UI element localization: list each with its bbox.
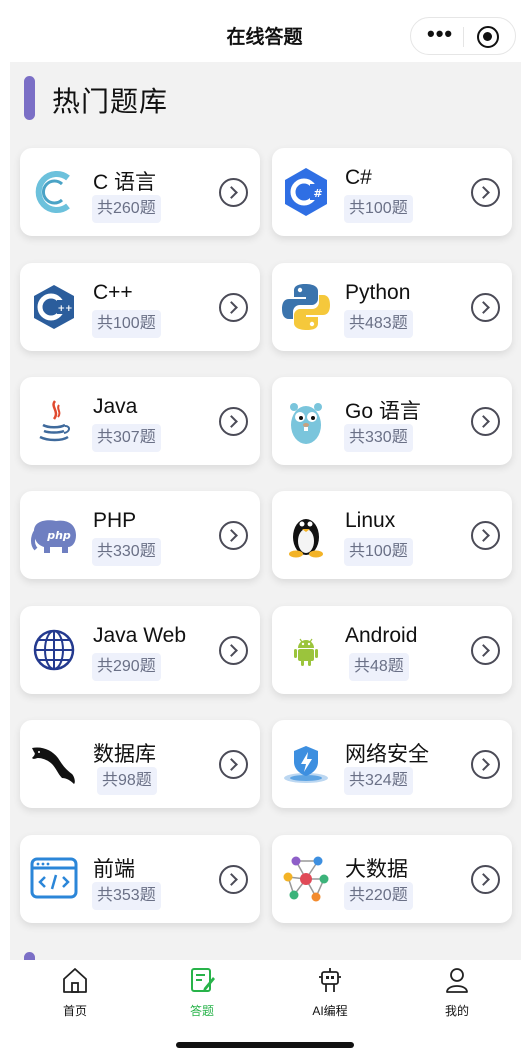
chevron-right-icon[interactable] (471, 636, 500, 665)
chevron-right-icon[interactable] (471, 521, 500, 550)
tab-label: 答题 (189, 1004, 214, 1018)
bank-card-python[interactable]: Python 共483题 (272, 263, 512, 351)
go-gopher-icon (280, 395, 332, 447)
linux-penguin-icon (280, 509, 332, 561)
tab-ai-coding[interactable]: AI编程 (290, 966, 370, 1026)
question-count-badge: 共260题 (92, 195, 161, 223)
chevron-right-icon[interactable] (471, 750, 500, 779)
bank-name: 数据库 (93, 743, 156, 766)
tab-label: AI编程 (312, 1004, 348, 1018)
chevron-right-icon[interactable] (219, 178, 248, 207)
bank-card-android[interactable]: Android 共48题 (272, 606, 512, 694)
tab-label: 我的 (444, 1004, 469, 1018)
question-count-badge: 共100题 (344, 195, 413, 223)
svg-text:++: ++ (57, 304, 72, 314)
main-content: 热门题库 C 语言 共260题 # C# 共100题 ++ C++ 共100题 … (10, 62, 521, 960)
svg-text:#: # (313, 187, 322, 200)
section-title: 热门题库 (52, 86, 169, 117)
question-count-badge: 共100题 (344, 538, 413, 566)
bank-name: 大数据 (345, 858, 408, 881)
chevron-right-icon[interactable] (219, 636, 248, 665)
robot-icon (316, 966, 344, 994)
csharp-icon: # (280, 166, 332, 218)
section-accent-bar (24, 76, 35, 120)
globe-icon (28, 624, 80, 676)
android-icon (280, 624, 332, 676)
close-target-button[interactable] (477, 26, 499, 48)
bank-name: C# (345, 166, 372, 189)
chevron-right-icon[interactable] (471, 407, 500, 436)
cpp-icon: ++ (28, 281, 80, 333)
bank-name: Linux (345, 509, 396, 532)
bank-card-linux[interactable]: Linux 共100题 (272, 491, 512, 579)
bank-card-go[interactable]: Go 语言 共330题 (272, 377, 512, 465)
question-count-badge: 共330题 (92, 538, 161, 566)
python-icon (280, 281, 332, 333)
bank-card-frontend[interactable]: 前端 共353题 (20, 835, 260, 923)
bank-name: C 语言 (93, 171, 156, 194)
shield-icon (280, 738, 332, 790)
java-icon (28, 395, 80, 447)
code-window-icon (28, 853, 80, 905)
bank-card-csharp[interactable]: # C# 共100题 (272, 148, 512, 236)
bank-name: Go 语言 (345, 400, 421, 423)
bank-name: 网络安全 (345, 743, 429, 766)
bank-card-cpp[interactable]: ++ C++ 共100题 (20, 263, 260, 351)
bank-card-c[interactable]: C 语言 共260题 (20, 148, 260, 236)
bank-name: 前端 (93, 858, 135, 881)
next-section-accent-bar (24, 952, 35, 960)
home-icon (61, 966, 89, 994)
chevron-right-icon[interactable] (219, 865, 248, 894)
navigation-bar: 在线答题 ••• (0, 0, 529, 62)
question-count-badge: 共100题 (92, 310, 161, 338)
tab-label: 首页 (62, 1004, 87, 1018)
php-elephant-icon: php (28, 509, 80, 561)
question-count-badge: 共98题 (97, 767, 157, 795)
question-count-badge: 共220题 (344, 882, 413, 910)
network-nodes-icon (280, 853, 332, 905)
svg-text:php: php (46, 529, 71, 542)
question-count-badge: 共324题 (344, 767, 413, 795)
question-count-badge: 共330题 (344, 424, 413, 452)
bank-card-java[interactable]: Java 共307题 (20, 377, 260, 465)
bank-name: Android (345, 624, 418, 647)
bank-card-database[interactable]: 数据库 共98题 (20, 720, 260, 808)
bank-card-javaweb[interactable]: Java Web 共290题 (20, 606, 260, 694)
chevron-right-icon[interactable] (219, 293, 248, 322)
home-indicator (176, 1042, 354, 1048)
bank-card-php[interactable]: php PHP 共330题 (20, 491, 260, 579)
chevron-right-icon[interactable] (471, 293, 500, 322)
chevron-right-icon[interactable] (219, 750, 248, 779)
user-icon (443, 966, 471, 994)
mysql-dolphin-icon (28, 738, 80, 790)
bank-name: Java (93, 395, 138, 418)
chevron-right-icon[interactable] (219, 521, 248, 550)
bank-name: Python (345, 281, 411, 304)
chevron-right-icon[interactable] (471, 178, 500, 207)
question-count-badge: 共290题 (92, 653, 161, 681)
bank-name: Java Web (93, 624, 186, 647)
more-options-button[interactable]: ••• (427, 23, 459, 46)
tab-home[interactable]: 首页 (35, 966, 115, 1026)
bottom-tab-bar: 首页 答题 AI编程 我的 (0, 960, 529, 1054)
question-count-badge: 共307题 (92, 424, 161, 452)
tab-profile[interactable]: 我的 (417, 966, 497, 1026)
bank-name: C++ (93, 281, 133, 304)
capsule-divider (463, 27, 464, 47)
bank-name: PHP (93, 509, 137, 532)
tab-quiz[interactable]: 答题 (162, 966, 242, 1026)
question-count-badge: 共353题 (92, 882, 161, 910)
chevron-right-icon[interactable] (219, 407, 248, 436)
edit-document-icon (188, 966, 216, 994)
bank-card-bigdata[interactable]: 大数据 共220题 (272, 835, 512, 923)
c-language-icon (28, 166, 80, 218)
chevron-right-icon[interactable] (471, 865, 500, 894)
bank-card-security[interactable]: 网络安全 共324题 (272, 720, 512, 808)
question-count-badge: 共48题 (349, 653, 409, 681)
mini-program-capsule: ••• (410, 17, 516, 55)
question-count-badge: 共483题 (344, 310, 413, 338)
